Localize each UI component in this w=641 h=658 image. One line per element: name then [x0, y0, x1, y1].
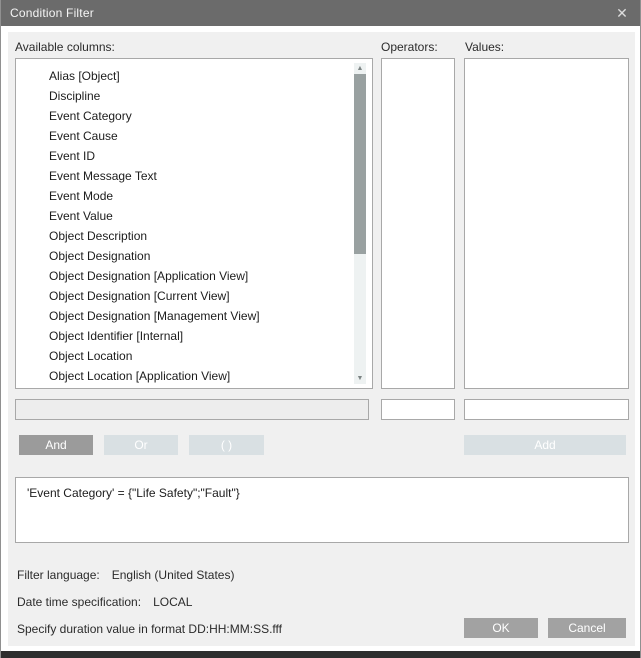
list-item[interactable]: Object Identifier [Internal]	[16, 326, 372, 346]
value-input[interactable]	[464, 399, 629, 420]
available-columns-label: Available columns:	[15, 40, 115, 54]
ok-button[interactable]: OK	[464, 618, 538, 638]
list-item[interactable]: Object Designation [Application View]	[16, 266, 372, 286]
add-button[interactable]: Add	[464, 435, 626, 455]
parentheses-button[interactable]: ( )	[189, 435, 264, 455]
cancel-button[interactable]: Cancel	[548, 618, 626, 638]
date-time-specification-line: Date time specification: LOCAL	[17, 595, 192, 609]
list-item[interactable]: Discipline	[16, 86, 372, 106]
list-item[interactable]: Event Message Text	[16, 166, 372, 186]
list-item[interactable]: Object Location	[16, 346, 372, 366]
available-columns-list[interactable]: Alias [Object]DisciplineEvent CategoryEv…	[15, 58, 373, 389]
window-title: Condition Filter	[1, 6, 94, 20]
list-item[interactable]: Event ID	[16, 146, 372, 166]
list-item[interactable]: Object Description	[16, 226, 372, 246]
scrollbar[interactable]: ▲ ▼	[354, 63, 366, 384]
list-item[interactable]: Event Value	[16, 206, 372, 226]
operators-label: Operators:	[381, 40, 438, 54]
list-item[interactable]: Alias [Object]	[16, 66, 372, 86]
list-item[interactable]: Object Location [Application View]	[16, 366, 372, 386]
or-button[interactable]: Or	[104, 435, 178, 455]
scroll-down-icon[interactable]: ▼	[354, 373, 366, 384]
date-time-label: Date time specification:	[17, 595, 141, 609]
list-item[interactable]: Event Category	[16, 106, 372, 126]
dialog-body: Available columns: Operators: Values: Al…	[8, 32, 635, 646]
list-item[interactable]: Object Designation [Management View]	[16, 306, 372, 326]
date-time-value: LOCAL	[153, 595, 192, 609]
list-item[interactable]: Object Designation [Current View]	[16, 286, 372, 306]
list-item[interactable]: Object Designation	[16, 246, 372, 266]
list-item[interactable]: Event Cause	[16, 126, 372, 146]
close-icon[interactable]: ✕	[608, 0, 636, 26]
operator-input[interactable]	[381, 399, 455, 420]
filter-language-label: Filter language:	[17, 568, 100, 582]
scrollbar-thumb[interactable]	[354, 74, 366, 254]
operators-list[interactable]	[381, 58, 455, 389]
filter-language-line: Filter language: English (United States)	[17, 568, 234, 582]
title-bar: Condition Filter ✕	[1, 0, 640, 26]
and-button[interactable]: And	[19, 435, 93, 455]
available-columns-items: Alias [Object]DisciplineEvent CategoryEv…	[16, 59, 372, 386]
column-search-input	[15, 399, 369, 420]
window-bottom-edge	[1, 649, 640, 658]
scroll-up-icon[interactable]: ▲	[354, 63, 366, 74]
duration-format-hint: Specify duration value in format DD:HH:M…	[17, 622, 282, 636]
list-item[interactable]: Event Mode	[16, 186, 372, 206]
condition-expression: 'Event Category' = {"Life Safety";"Fault…	[27, 486, 240, 500]
filter-language-value: English (United States)	[112, 568, 235, 582]
condition-filter-dialog: { "window": { "title": "Condition Filter…	[0, 0, 641, 658]
values-list[interactable]	[464, 58, 629, 389]
condition-expression-box[interactable]: 'Event Category' = {"Life Safety";"Fault…	[15, 477, 629, 543]
values-label: Values:	[465, 40, 504, 54]
